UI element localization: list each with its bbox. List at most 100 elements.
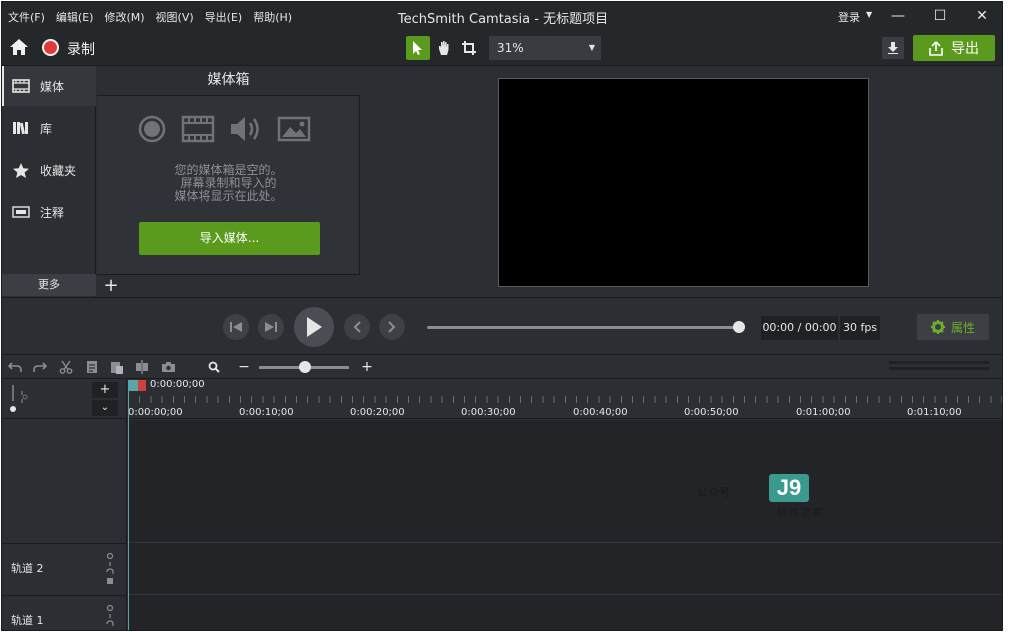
track-options-chevron-icon[interactable]: ⌄ — [92, 400, 118, 416]
playhead-start-handle[interactable] — [128, 380, 138, 391]
star-icon — [13, 162, 29, 178]
chevron-down-icon: ▼ — [588, 43, 595, 52]
step-back-icon — [230, 322, 242, 332]
annotation-icon — [12, 206, 30, 218]
login-caret-icon[interactable]: ▼ — [866, 10, 872, 19]
export-label: 导出 — [951, 41, 979, 57]
audio-speaker-icon — [231, 117, 259, 141]
copy-icon[interactable] — [84, 359, 100, 375]
title-bar: 文件(F) 编辑(E) 修改(M) 视图(V) 导出(E) 帮助(H) Tech… — [2, 2, 1002, 30]
close-icon[interactable]: ✕ — [970, 5, 994, 27]
cut-icon[interactable] — [58, 359, 74, 375]
sidebar-item-media[interactable]: 媒体 — [2, 66, 96, 106]
download-button[interactable] — [882, 37, 904, 59]
gear-icon — [930, 320, 945, 334]
maximize-icon[interactable]: ☐ — [928, 5, 952, 27]
watermark-subtitle: 软件之家 — [777, 508, 825, 519]
add-track-button[interactable]: + — [92, 382, 118, 398]
paste-icon[interactable] — [109, 359, 125, 375]
step-forward-button[interactable] — [258, 314, 284, 340]
fps-display: 30 fps — [840, 316, 880, 340]
ruler-label: 0:01:00;00 — [796, 407, 851, 418]
zoom-slider-handle[interactable] — [299, 361, 311, 373]
playhead-end-handle[interactable] — [138, 380, 146, 391]
bin-footer: + — [97, 274, 360, 297]
magnet-icon[interactable] — [10, 385, 32, 413]
home-icon[interactable] — [9, 38, 29, 59]
record-icon[interactable] — [42, 39, 59, 56]
video-film-icon — [181, 115, 215, 143]
record-button[interactable]: 录制 — [67, 39, 95, 59]
split-icon[interactable] — [134, 359, 150, 375]
ruler-label: 0:00:20;00 — [350, 407, 405, 418]
sidebar-item-label: 库 — [40, 121, 53, 136]
previous-button[interactable] — [344, 314, 370, 340]
timeline-overview[interactable] — [889, 361, 989, 373]
undo-icon[interactable] — [7, 359, 23, 375]
track-divider — [129, 542, 1002, 543]
redo-icon[interactable] — [32, 359, 48, 375]
sidebar-item-annotations[interactable]: 注释 — [2, 192, 96, 232]
track-header-column: + ⌄ 轨道 2 轨道 1 — [2, 379, 127, 631]
scrub-track[interactable] — [427, 326, 739, 329]
properties-button[interactable]: 属性 — [917, 314, 989, 340]
playback-bar: 00:00 / 00:00 30 fps 属性 — [2, 297, 1002, 355]
ruler-label: 0:01:10;00 — [907, 407, 962, 418]
media-bin-title: 媒体箱 — [97, 66, 360, 96]
watermark-logo: J9 — [769, 474, 809, 502]
track-lock-icon[interactable] — [105, 604, 115, 631]
playhead-line[interactable] — [128, 391, 129, 630]
timeline-ruler[interactable]: 0:00:00;00 0:00:10;00 0:00:20;00 0:00:30… — [128, 379, 1002, 419]
track-1-label: 轨道 1 — [11, 614, 44, 627]
track-2-header[interactable]: 轨道 2 — [2, 543, 127, 595]
play-button[interactable] — [294, 307, 334, 347]
login-button[interactable]: 登录 — [838, 9, 860, 25]
sidebar-item-label: 媒体 — [40, 79, 65, 94]
main-toolbar: 录制 31% ▼ 导出 — [2, 30, 1002, 66]
ruler-label: 0:00:10;00 — [239, 407, 294, 418]
more-button[interactable]: 更多 — [2, 274, 96, 296]
zoom-in-icon[interactable]: + — [359, 359, 375, 375]
download-icon — [888, 42, 898, 54]
properties-label: 属性 — [950, 320, 975, 335]
timeline-tracks-area[interactable] — [129, 420, 1002, 630]
playhead-time: 0:00:00;00 — [150, 379, 205, 390]
chevron-right-icon — [388, 321, 396, 333]
chevron-left-icon — [353, 321, 361, 333]
scrub-handle[interactable] — [733, 321, 745, 333]
hand-tool-icon[interactable] — [432, 36, 456, 60]
import-media-button[interactable]: 导入媒体... — [139, 222, 320, 255]
sidebar-item-library[interactable]: 库 — [2, 108, 96, 148]
ruler-label: 0:00:50;00 — [684, 407, 739, 418]
ruler-label: 0:00:30;00 — [461, 407, 516, 418]
empty-message-line-3: 媒体将显示在此处。 — [174, 189, 283, 203]
search-icon[interactable] — [206, 359, 222, 375]
track-divider — [129, 594, 1002, 595]
ruler-label: 0:00:00;00 — [128, 407, 183, 418]
film-icon — [12, 79, 30, 93]
export-button[interactable]: 导出 — [913, 35, 995, 61]
add-icon[interactable]: + — [102, 276, 120, 296]
next-button[interactable] — [379, 314, 405, 340]
play-icon — [307, 317, 322, 337]
preview-panel — [361, 66, 1002, 297]
zoom-dropdown[interactable]: 31% ▼ — [489, 36, 601, 60]
zoom-out-icon[interactable]: − — [236, 359, 252, 375]
track-header-controls: + ⌄ — [2, 379, 127, 419]
time-display: 00:00 / 00:00 — [761, 316, 838, 340]
share-icon — [929, 40, 943, 56]
ruler-label: 0:00:40;00 — [573, 407, 628, 418]
record-circle-icon — [138, 115, 166, 143]
crop-tool-icon[interactable] — [457, 36, 481, 60]
camera-icon[interactable] — [160, 359, 176, 375]
zoom-value: 31% — [497, 41, 524, 55]
ruler-ticks — [128, 396, 1002, 403]
sidebar-item-favorites[interactable]: 收藏夹 — [2, 150, 96, 190]
sidebar-item-label: 注释 — [40, 205, 65, 220]
preview-canvas[interactable] — [498, 78, 869, 287]
track-lock-icon[interactable] — [105, 552, 115, 588]
track-1-header[interactable]: 轨道 1 — [2, 595, 127, 631]
select-tool-icon[interactable] — [406, 36, 430, 60]
minimize-icon[interactable]: — — [886, 5, 910, 27]
step-back-button[interactable] — [223, 314, 249, 340]
